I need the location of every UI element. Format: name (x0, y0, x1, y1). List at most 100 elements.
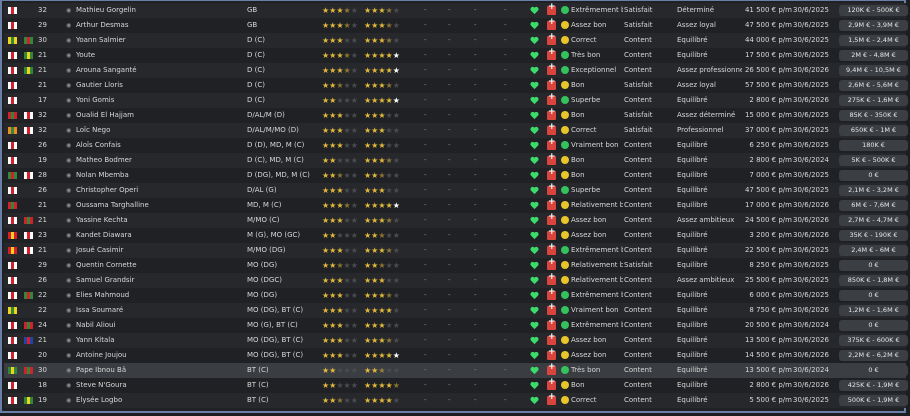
star-icon: ★ (350, 6, 358, 15)
medical-cross-icon (547, 302, 556, 315)
player-name[interactable]: Gautier Lloris (76, 78, 246, 93)
player-name[interactable]: Arthur Desmas (76, 18, 246, 33)
empty-stat: - (474, 201, 477, 209)
player-name[interactable]: Yassine Kechta (76, 213, 246, 228)
table-row[interactable]: 18◉Steve N'GouraBT (C)★★★★★★★★★★----BonC… (4, 377, 908, 393)
personality-label: Equilibré (677, 141, 708, 149)
player-name[interactable]: Elysée Logbo (76, 393, 246, 408)
performance-rating-icon (561, 21, 569, 29)
table-row[interactable]: 23 ◉ Kandet Diawara M (G), MO (GC) ★★★★★ ★★★★… (4, 227, 908, 243)
table-row[interactable]: 21◉YouteD (C)★★★★★★★★★★----Très bonConte… (4, 47, 908, 63)
star-icon: ★ (385, 186, 393, 195)
player-name[interactable]: Yann Kitala (76, 333, 246, 348)
player-status-icon: ◉ (66, 127, 72, 134)
player-status-icon: ◉ (66, 277, 72, 284)
player-name[interactable]: Pape Ibnou Bâ (76, 363, 246, 378)
player-name[interactable]: Matheo Bodmer (76, 153, 246, 168)
player-name[interactable]: Josué Casimir (76, 243, 246, 258)
table-row[interactable]: 21 ◉ Oussama Targhalline MD, M (C) ★★★★★ ★★★★… (4, 197, 908, 213)
table-row[interactable]: 32◉Loïc NegoD/AL/M/MO (D)★★★★★★★★★★----C… (4, 122, 908, 138)
star-icon: ★ (336, 246, 344, 255)
transfer-value-badge: 2,7M € - 4,7M € (839, 215, 908, 226)
player-position: D/AL (G) (247, 186, 277, 194)
empty-stat: - (424, 66, 427, 74)
nationality-flag-icon (8, 292, 17, 299)
nationality-flag-icon (8, 337, 17, 344)
empty-stat: - (424, 261, 427, 269)
player-name[interactable]: Elies Mahmoud (76, 288, 246, 303)
morale-heart-icon (530, 231, 539, 240)
table-row[interactable]: 17◉Yoni GomisD (C)★★★★★★★★★★----SuperbeC… (4, 92, 908, 108)
table-row[interactable]: 26 ◉ Samuel Grandsir MO (DGC) ★★★★★ ★★★★★ - - - -… (4, 272, 908, 288)
table-row[interactable]: 22 ◉ Issa Soumaré MO (DG), BT (C) ★★★★★ ★★★★★… (4, 302, 908, 318)
empty-stat: - (474, 96, 477, 104)
empty-stat: - (504, 351, 507, 359)
player-name[interactable]: Youte (76, 48, 246, 63)
potential-ability-stars: ★★★★★ (364, 393, 404, 408)
player-name[interactable]: Nabil Alioui (76, 318, 246, 333)
star-icon: ★ (385, 96, 393, 105)
star-icon: ★ (336, 66, 344, 75)
player-name[interactable]: Mathieu Gorgelin (76, 3, 246, 18)
player-status-icon: ◉ (66, 202, 72, 209)
empty-stat: - (504, 276, 507, 284)
player-name[interactable]: Antoine Joujou (76, 348, 246, 363)
player-name[interactable]: Aloïs Confais (76, 138, 246, 153)
morale-heart-icon (530, 381, 539, 390)
player-position: MO (DG) (247, 261, 278, 269)
personality-label: Equilibré (677, 246, 708, 254)
player-name[interactable]: Steve N'Goura (76, 378, 246, 393)
table-row[interactable]: 30◉Yoann SalmierD (C)★★★★★★★★★★----Corre… (4, 32, 908, 48)
table-row[interactable]: 28 ◉ Nolan Mbemba D (DG), MD, M (C) ★★★★★ ★★★… (4, 167, 908, 183)
performance-rating-label: Extrêmement b... (571, 6, 623, 14)
table-row[interactable]: 22◉Elies MahmoudMO (DG)★★★★★★★★★★----Ext… (4, 287, 908, 303)
performance-rating-icon (561, 216, 569, 224)
transfer-value-badge: 2,4M € - 6M € (839, 245, 908, 256)
star-icon: ★ (343, 6, 351, 15)
empty-stat: - (448, 21, 451, 29)
table-row[interactable]: 19 ◉ Matheo Bodmer D (C), MD, M (C) ★★★★★ ★★★… (4, 152, 908, 168)
player-name[interactable]: Kandet Diawara (76, 228, 246, 243)
table-row[interactable]: 21 ◉ Yann Kitala MO (DG), BT (C) ★★★★★ ★★★★★ -… (4, 332, 908, 348)
empty-stat: - (424, 171, 427, 179)
table-row[interactable]: 19◉Elysée LogboBT (C)★★★★★★★★★★----Corre… (4, 392, 908, 408)
table-row[interactable]: 24 ◉ Nabil Alioui MO (G), BT (C) ★★★★★ ★★★★★ -… (4, 317, 908, 333)
table-row[interactable]: 30◉Pape Ibnou BâBT (C)★★★★★★★★★★----Très… (4, 362, 908, 378)
empty-stat: - (474, 36, 477, 44)
table-row[interactable]: 26 ◉ Aloïs Confais D (D), MD, M (C) ★★★★★ ★★★… (4, 137, 908, 153)
table-row[interactable]: 21◉Josué CasimirM/MO (DG)★★★★★★★★★★----E… (4, 242, 908, 258)
medical-cross-icon (547, 137, 556, 150)
star-icon: ★ (343, 21, 351, 30)
player-name[interactable]: Arouna Sanganté (76, 63, 246, 78)
player-age: 17 (38, 96, 47, 104)
player-name[interactable]: Oualid El Hajjam (76, 108, 246, 123)
empty-stat: - (474, 396, 477, 404)
table-row[interactable]: 26 ◉ Christopher Operi D/AL (G) ★★★★★ ★★★★★ - -… (4, 182, 908, 198)
player-status-icon: ◉ (66, 37, 72, 44)
empty-stat: - (474, 111, 477, 119)
table-row[interactable]: 32 ◉ Oualid El Hajjam D/AL/M (D) ★★★★★ ★★★★★ -… (4, 107, 908, 123)
star-icon: ★ (385, 246, 393, 255)
player-name[interactable]: Yoann Salmier (76, 33, 246, 48)
player-name[interactable]: Oussama Targhalline (76, 198, 246, 213)
star-icon: ★ (336, 141, 344, 150)
player-name[interactable]: Quentin Cornette (76, 258, 246, 273)
player-name[interactable]: Issa Soumaré (76, 303, 246, 318)
transfer-value-badge: 275K € - 1,6M € (839, 95, 908, 106)
player-name[interactable]: Loïc Nego (76, 123, 246, 138)
player-name[interactable]: Yoni Gomis (76, 93, 246, 108)
table-row[interactable]: 32◉Mathieu GorgelinGB★★★★★★★★★★----Extrê… (4, 2, 908, 18)
table-row[interactable]: 21◉Yassine KechtaM/MO (C)★★★★★★★★★★----A… (4, 212, 908, 228)
table-row[interactable]: 29◉Arthur DesmasGB★★★★★★★★★★----Assez bo… (4, 17, 908, 33)
table-row[interactable]: 20 ◉ Antoine Joujou MO (DG), BT (C) ★★★★★ ★★★… (4, 347, 908, 363)
player-name[interactable]: Nolan Mbemba (76, 168, 246, 183)
table-row[interactable]: 21◉Gautier LlorisD (C)★★★★★★★★★★----BonS… (4, 77, 908, 93)
star-icon: ★ (336, 111, 344, 120)
current-ability-stars: ★★★★★ (322, 363, 362, 378)
player-name[interactable]: Samuel Grandsir (76, 273, 246, 288)
table-row[interactable]: 29 ◉ Quentin Cornette MO (DG) ★★★★★ ★★★★★ - - - -… (4, 257, 908, 273)
table-row[interactable]: 21◉Arouna SangantéD (C)★★★★★★★★★★----Exc… (4, 62, 908, 78)
medical-cross-icon (547, 62, 556, 75)
empty-stat: - (448, 231, 451, 239)
player-name[interactable]: Christopher Operi (76, 183, 246, 198)
